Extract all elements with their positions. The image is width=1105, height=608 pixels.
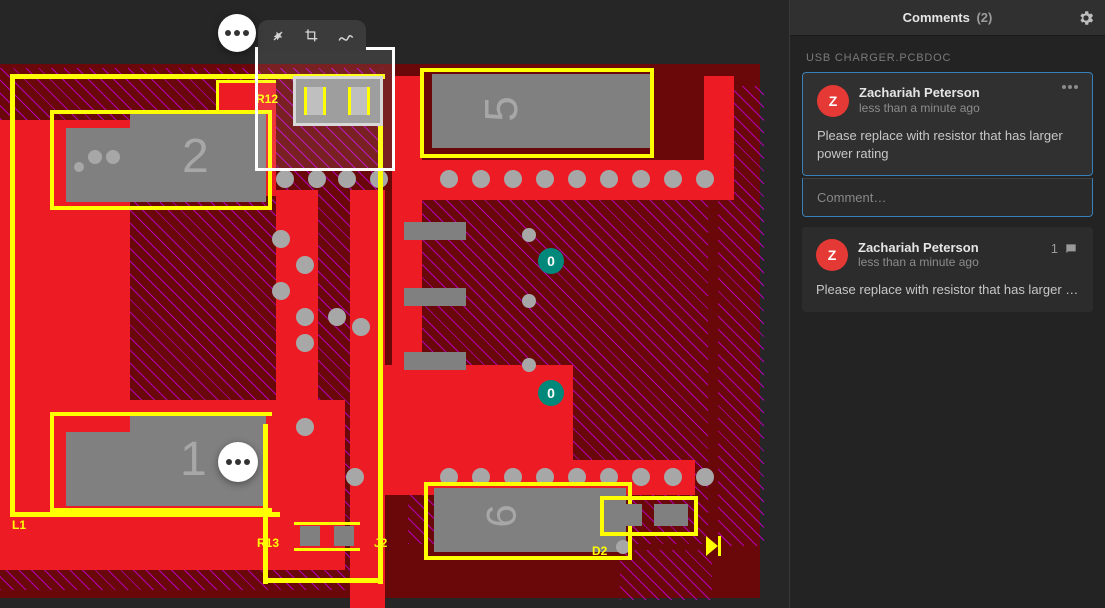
chat-icon [1063, 242, 1079, 256]
designator-j2: J2 [374, 536, 387, 550]
designator-6: 6 [478, 504, 526, 527]
via-badge: 0 [538, 248, 564, 274]
comment-card[interactable]: Z Zachariah Peterson less than a minute … [802, 72, 1093, 176]
copper-region [392, 76, 422, 494]
polygon-fill [620, 550, 712, 600]
comment-author: Zachariah Peterson [858, 240, 979, 256]
comment-input[interactable]: Comment… [802, 178, 1093, 217]
smd-pad [334, 526, 354, 546]
component-pad: 2 [130, 112, 266, 202]
comments-header: Comments (2) [790, 0, 1105, 36]
selection-toolbar [258, 20, 366, 52]
crop-icon[interactable] [302, 26, 322, 46]
document-label: USB CHARGER.PCBDOC [790, 36, 1105, 72]
draw-icon[interactable] [336, 26, 356, 46]
comments-panel: Comments (2) USB CHARGER.PCBDOC Z Zachar… [789, 0, 1105, 608]
via-badge: 0 [538, 380, 564, 406]
diode-cathode-icon [706, 536, 724, 556]
avatar: Z [816, 239, 848, 271]
pin-icon[interactable] [268, 26, 288, 46]
smd-pad [300, 526, 320, 546]
comment-marker[interactable] [218, 442, 258, 482]
avatar: Z [817, 85, 849, 117]
designator-1: 1 [180, 432, 207, 487]
gear-icon[interactable] [1077, 9, 1095, 27]
comment-body: Please replace with resistor that has la… [817, 127, 1078, 163]
comment-timestamp: less than a minute ago [858, 255, 979, 271]
smd-pad [404, 352, 466, 370]
component-pad: 5 [432, 74, 588, 148]
comment-timestamp: less than a minute ago [859, 101, 980, 117]
comment-author: Zachariah Peterson [859, 85, 980, 101]
component-r12 [293, 76, 383, 126]
smd-pad [654, 504, 688, 526]
designator-r13: R13 [257, 536, 279, 550]
smd-pad [404, 222, 466, 240]
designator-5: 5 [474, 96, 528, 122]
smd-pad [404, 288, 466, 306]
copper-region [704, 76, 734, 168]
component-pad: 6 [434, 488, 586, 552]
reply-count: 1 [1051, 241, 1079, 256]
comment-body: Please replace with resistor that has la… [816, 281, 1079, 299]
component-pad [66, 432, 130, 506]
smd-pad [608, 504, 642, 526]
component-pad [588, 74, 650, 148]
comments-count: (2) [976, 10, 992, 25]
comments-title: Comments [903, 10, 970, 25]
more-icon[interactable] [1062, 85, 1078, 89]
designator-l1: L1 [12, 518, 26, 532]
selection-region[interactable] [255, 47, 395, 171]
comment-anchor[interactable] [218, 14, 256, 52]
designator-d2: D2 [592, 544, 607, 558]
pcb-canvas[interactable]: 2 1 5 6 [0, 0, 789, 608]
comment-card[interactable]: Z Zachariah Peterson less than a minute … [802, 227, 1093, 311]
comment-placeholder: Comment… [817, 190, 886, 205]
designator-2: 2 [182, 129, 209, 184]
